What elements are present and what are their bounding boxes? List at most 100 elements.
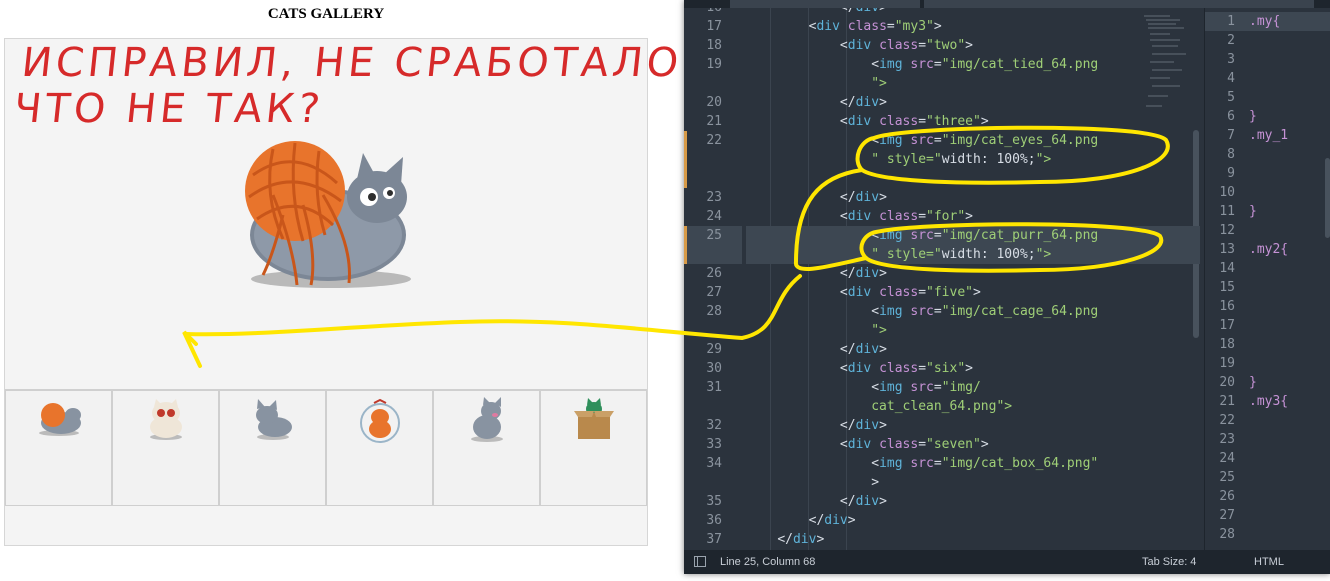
line-number: 2 — [1227, 33, 1235, 48]
css-code-line[interactable]: 3 — [1205, 50, 1330, 69]
html-code-pane[interactable]: 16 </div>17 <div class="my3">18 <div cla… — [684, 8, 1200, 550]
css-code-line[interactable]: 13 .my2{ — [1205, 240, 1330, 259]
css-code-line[interactable]: 25 — [1205, 468, 1330, 487]
code-line[interactable]: 20 </div> — [684, 93, 1200, 112]
code-line[interactable]: "> — [684, 321, 1200, 340]
css-code-text: .my_1 — [1249, 128, 1289, 143]
css-code-line[interactable]: 23 — [1205, 430, 1330, 449]
css-code-line[interactable]: 15 — [1205, 278, 1330, 297]
thumbnail-cat-purr[interactable] — [219, 390, 326, 506]
code-line[interactable]: 21 <div class="three"> — [684, 112, 1200, 131]
css-code-line[interactable]: 27 — [1205, 506, 1330, 525]
code-text: <div class="for"> — [839, 209, 973, 224]
code-line[interactable]: > — [684, 473, 1200, 492]
thumbnail-cat-box[interactable] — [540, 390, 647, 506]
cat-tied-icon — [38, 403, 81, 436]
line-number: 28 — [1219, 527, 1235, 542]
css-code-line[interactable]: 11} — [1205, 202, 1330, 221]
editor-tab[interactable] — [924, 0, 1314, 8]
code-line[interactable]: 32 </div> — [684, 416, 1200, 435]
code-text: </div> — [839, 95, 887, 110]
code-line[interactable]: 35 </div> — [684, 492, 1200, 511]
code-text: </div> — [839, 494, 887, 509]
css-code-line[interactable]: 20} — [1205, 373, 1330, 392]
thumbnail-cat-cage[interactable] — [326, 390, 433, 506]
css-code-line[interactable]: 4 — [1205, 69, 1330, 88]
line-number: 34 — [706, 456, 722, 471]
code-line[interactable]: 34 <img src="img/cat_box_64.png" — [684, 454, 1200, 473]
code-line[interactable]: 17 <div class="my3"> — [684, 17, 1200, 36]
code-line[interactable]: 18 <div class="two"> — [684, 36, 1200, 55]
code-text: <img src="img/ — [871, 380, 981, 395]
line-number: 33 — [706, 437, 722, 452]
css-code-line[interactable]: 9 — [1205, 164, 1330, 183]
css-code-line[interactable]: 28 — [1205, 525, 1330, 544]
css-code-line[interactable]: 22 — [1205, 411, 1330, 430]
panel-toggle-icon[interactable] — [694, 556, 706, 567]
syntax-selector[interactable]: HTML — [1254, 550, 1284, 574]
css-code-line[interactable]: 18 — [1205, 335, 1330, 354]
css-code-text: } — [1249, 375, 1257, 390]
css-code-line[interactable]: 12 — [1205, 221, 1330, 240]
code-line[interactable]: 25 <img src="img/cat_purr_64.png — [684, 226, 1200, 245]
css-code-line[interactable]: 1 .my{ — [1205, 12, 1330, 31]
line-number: 3 — [1227, 52, 1235, 67]
code-text: </div> — [746, 8, 887, 17]
tab-size-selector[interactable]: Tab Size: 4 — [1142, 550, 1196, 574]
code-line[interactable]: 36 </div> — [684, 511, 1200, 530]
thumbnail-cat-clean[interactable] — [433, 390, 540, 506]
css-code-line[interactable]: 8 — [1205, 145, 1330, 164]
css-code-line[interactable]: 5 — [1205, 88, 1330, 107]
css-code-line[interactable]: 17 — [1205, 316, 1330, 335]
line-number: 32 — [706, 418, 722, 433]
thumbnail-cat-eyes[interactable] — [112, 390, 219, 506]
code-line[interactable] — [684, 169, 1200, 188]
line-number: 8 — [1227, 147, 1235, 162]
css-code-line[interactable]: 2 — [1205, 31, 1330, 50]
code-line[interactable]: 31 <img src="img/ — [684, 378, 1200, 397]
code-text: </div> — [777, 532, 825, 547]
code-line[interactable]: 22 <img src="img/cat_eyes_64.png — [684, 131, 1200, 150]
code-line[interactable]: " style="width: 100%;"> — [684, 150, 1200, 169]
code-line[interactable]: 27 <div class="five"> — [684, 283, 1200, 302]
css-code-line[interactable]: 6} — [1205, 107, 1330, 126]
code-text: <img src="img/cat_purr_64.png — [871, 228, 1099, 243]
code-line[interactable]: 19 <img src="img/cat_tied_64.png — [684, 55, 1200, 74]
code-line[interactable]: "> — [684, 74, 1200, 93]
css-code-text: } — [1249, 204, 1257, 219]
css-code-line[interactable]: 26 — [1205, 487, 1330, 506]
line-number: 23 — [706, 190, 722, 205]
css-code-line[interactable]: 21 .my3{ — [1205, 392, 1330, 411]
code-line[interactable]: 24 <div class="for"> — [684, 207, 1200, 226]
code-line[interactable]: " style="width: 100%;"> — [684, 245, 1200, 264]
line-number: 26 — [706, 266, 722, 281]
code-line[interactable]: 28 <img src="img/cat_cage_64.png — [684, 302, 1200, 321]
css-code-pane[interactable]: 1 .my{2 3 4 5 6} 7 .my_1 8 9 10 11} 12 13 .my2{14 15 16 1… — [1204, 8, 1330, 550]
css-code-line[interactable]: 19 — [1205, 354, 1330, 373]
css-code-line[interactable]: 16 — [1205, 297, 1330, 316]
line-number: 31 — [706, 380, 722, 395]
css-code-line[interactable]: 10 — [1205, 183, 1330, 202]
thumbnail-cat-tied[interactable] — [5, 390, 112, 506]
code-line[interactable]: 26 </div> — [684, 264, 1200, 283]
css-code-text: .my2{ — [1249, 242, 1289, 257]
code-text: <img src="img/cat_tied_64.png — [871, 57, 1099, 72]
cat-cage-icon — [359, 398, 400, 443]
code-text: > — [746, 475, 880, 490]
line-number: 24 — [706, 209, 722, 224]
code-line[interactable]: 33 <div class="seven"> — [684, 435, 1200, 454]
code-line[interactable]: cat_clean_64.png"> — [684, 397, 1200, 416]
code-line[interactable]: 30 <div class="six"> — [684, 359, 1200, 378]
code-line[interactable]: 16 </div> — [684, 8, 1200, 17]
line-number: 23 — [1219, 432, 1235, 447]
code-line[interactable]: 29 </div> — [684, 340, 1200, 359]
code-line[interactable]: 23 </div> — [684, 188, 1200, 207]
css-code-line[interactable]: 24 — [1205, 449, 1330, 468]
css-code-line[interactable]: 7 .my_1 — [1205, 126, 1330, 145]
code-text: <div class="three"> — [839, 114, 989, 129]
css-code-line[interactable]: 14 — [1205, 259, 1330, 278]
editor-tab[interactable] — [730, 0, 920, 8]
code-line[interactable]: 37 </div> — [684, 530, 1200, 549]
cat-eyes-icon — [149, 399, 182, 440]
line-number: 4 — [1227, 71, 1235, 86]
